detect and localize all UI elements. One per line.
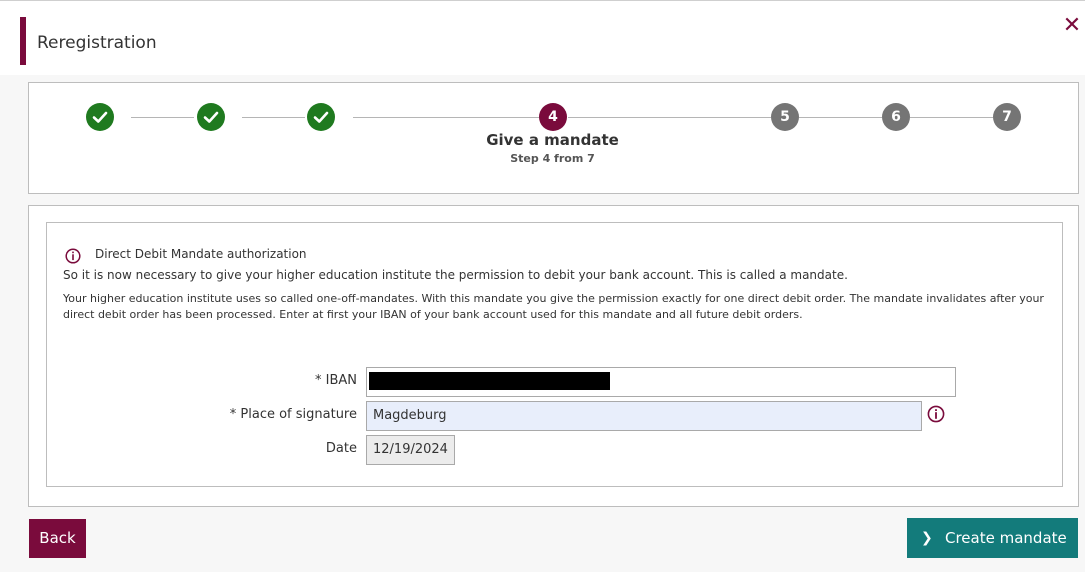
step-2-complete-icon	[197, 103, 225, 131]
stepper-connector	[242, 117, 305, 118]
step-4-active: 4	[539, 103, 567, 131]
dialog-header: Reregistration ✕	[0, 1, 1085, 75]
info-text: So it is now necessary to give your high…	[63, 268, 848, 282]
info-icon	[65, 248, 81, 264]
iban-label: * IBAN	[314, 373, 357, 388]
current-step-title: Give a mandate	[486, 131, 619, 149]
stepper-connector	[910, 117, 993, 118]
dialog-title: Reregistration	[37, 33, 157, 53]
place-of-signature-field[interactable]: Magdeburg	[366, 401, 922, 431]
iban-redaction	[369, 372, 610, 390]
step-6: 6	[882, 103, 910, 131]
step-7: 7	[993, 103, 1021, 131]
place-of-signature-label: * Place of signature	[229, 407, 357, 422]
stepper: 4 5 6 7 Give a mandate Step 4 from 7	[28, 82, 1079, 194]
step-3-complete-icon	[307, 103, 335, 131]
chevron-right-icon: ❯	[921, 530, 933, 546]
info-details: Your higher education institute uses so …	[63, 292, 1044, 321]
back-button[interactable]: Back	[29, 519, 86, 558]
create-mandate-label: Create mandate	[945, 529, 1067, 547]
reregistration-dialog: Reregistration ✕ 4 5 6 7 Give a mandate …	[0, 0, 1085, 572]
close-icon[interactable]: ✕	[1062, 15, 1082, 37]
step-5: 5	[771, 103, 799, 131]
create-mandate-button[interactable]: ❯ Create mandate	[907, 518, 1078, 558]
stepper-connector	[353, 117, 539, 118]
stepper-connector	[131, 117, 194, 118]
step-1-complete-icon	[86, 103, 114, 131]
date-field: 12/19/2024	[366, 435, 455, 465]
mandate-panel: Direct Debit Mandate authorization So it…	[28, 205, 1079, 507]
info-icon[interactable]	[927, 405, 945, 423]
stepper-connector	[568, 117, 771, 118]
header-accent-bar	[20, 17, 26, 65]
date-label: Date	[325, 441, 357, 456]
current-step-subtitle: Step 4 from 7	[510, 152, 595, 165]
stepper-connector	[799, 117, 882, 118]
info-title: Direct Debit Mandate authorization	[95, 247, 307, 261]
